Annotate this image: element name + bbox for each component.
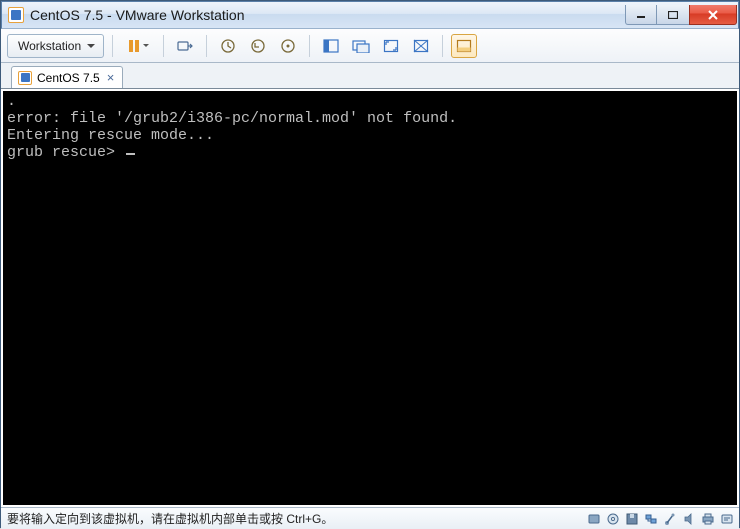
chevron-down-icon xyxy=(143,44,149,47)
minimize-button[interactable] xyxy=(625,5,657,25)
hard-disk-icon[interactable] xyxy=(586,511,602,527)
separator xyxy=(112,35,113,57)
chevron-down-icon xyxy=(87,44,95,48)
sound-icon[interactable] xyxy=(681,511,697,527)
workstation-menu-label: Workstation xyxy=(18,39,81,53)
console-line: Entering rescue mode... xyxy=(7,127,214,144)
console-prompt: grub rescue> xyxy=(7,144,124,161)
maximize-button[interactable] xyxy=(657,5,689,25)
separator xyxy=(442,35,443,57)
unity-button[interactable] xyxy=(408,34,434,58)
show-console-button[interactable] xyxy=(318,34,344,58)
window-title: CentOS 7.5 - VMware Workstation xyxy=(30,7,244,23)
pause-button[interactable] xyxy=(121,34,155,58)
snapshot-manager-button[interactable] xyxy=(275,34,301,58)
cd-icon[interactable] xyxy=(605,511,621,527)
separator xyxy=(163,35,164,57)
thumbnail-bar-button[interactable] xyxy=(451,34,477,58)
app-icon xyxy=(8,7,24,23)
network-icon[interactable] xyxy=(643,511,659,527)
vm-console[interactable]: . error: file '/grub2/i386-pc/normal.mod… xyxy=(3,91,737,505)
tabstrip: CentOS 7.5 × xyxy=(1,63,739,89)
floppy-icon[interactable] xyxy=(624,511,640,527)
console-line: error: file '/grub2/i386-pc/normal.mod' … xyxy=(7,110,457,127)
separator xyxy=(309,35,310,57)
printer-icon[interactable] xyxy=(700,511,716,527)
console-line: . xyxy=(7,93,16,110)
fullscreen-button[interactable] xyxy=(378,34,404,58)
usb-icon[interactable] xyxy=(662,511,678,527)
separator xyxy=(206,35,207,57)
statusbar: 要将输入定向到该虚拟机，请在虚拟机内部单击或按 Ctrl+G。 xyxy=(1,507,739,529)
workstation-menu[interactable]: Workstation xyxy=(7,34,104,58)
status-message: 要将输入定向到该虚拟机，请在虚拟机内部单击或按 Ctrl+G。 xyxy=(5,510,586,527)
close-tab-button[interactable]: × xyxy=(107,71,115,84)
send-ctrl-alt-del-button[interactable] xyxy=(172,34,198,58)
multiple-monitors-button[interactable] xyxy=(348,34,374,58)
status-icons xyxy=(586,511,735,527)
vm-tab[interactable]: CentOS 7.5 × xyxy=(11,66,123,88)
message-log-icon[interactable] xyxy=(719,511,735,527)
cursor xyxy=(126,153,135,155)
titlebar: CentOS 7.5 - VMware Workstation xyxy=(1,1,739,29)
revert-snapshot-button[interactable] xyxy=(245,34,271,58)
snapshot-button[interactable] xyxy=(215,34,241,58)
vm-icon xyxy=(18,71,32,85)
toolbar: Workstation xyxy=(1,29,739,63)
close-button[interactable] xyxy=(689,5,737,25)
console-area: . error: file '/grub2/i386-pc/normal.mod… xyxy=(1,89,739,507)
window-controls xyxy=(625,5,737,25)
vm-tab-label: CentOS 7.5 xyxy=(37,71,100,85)
